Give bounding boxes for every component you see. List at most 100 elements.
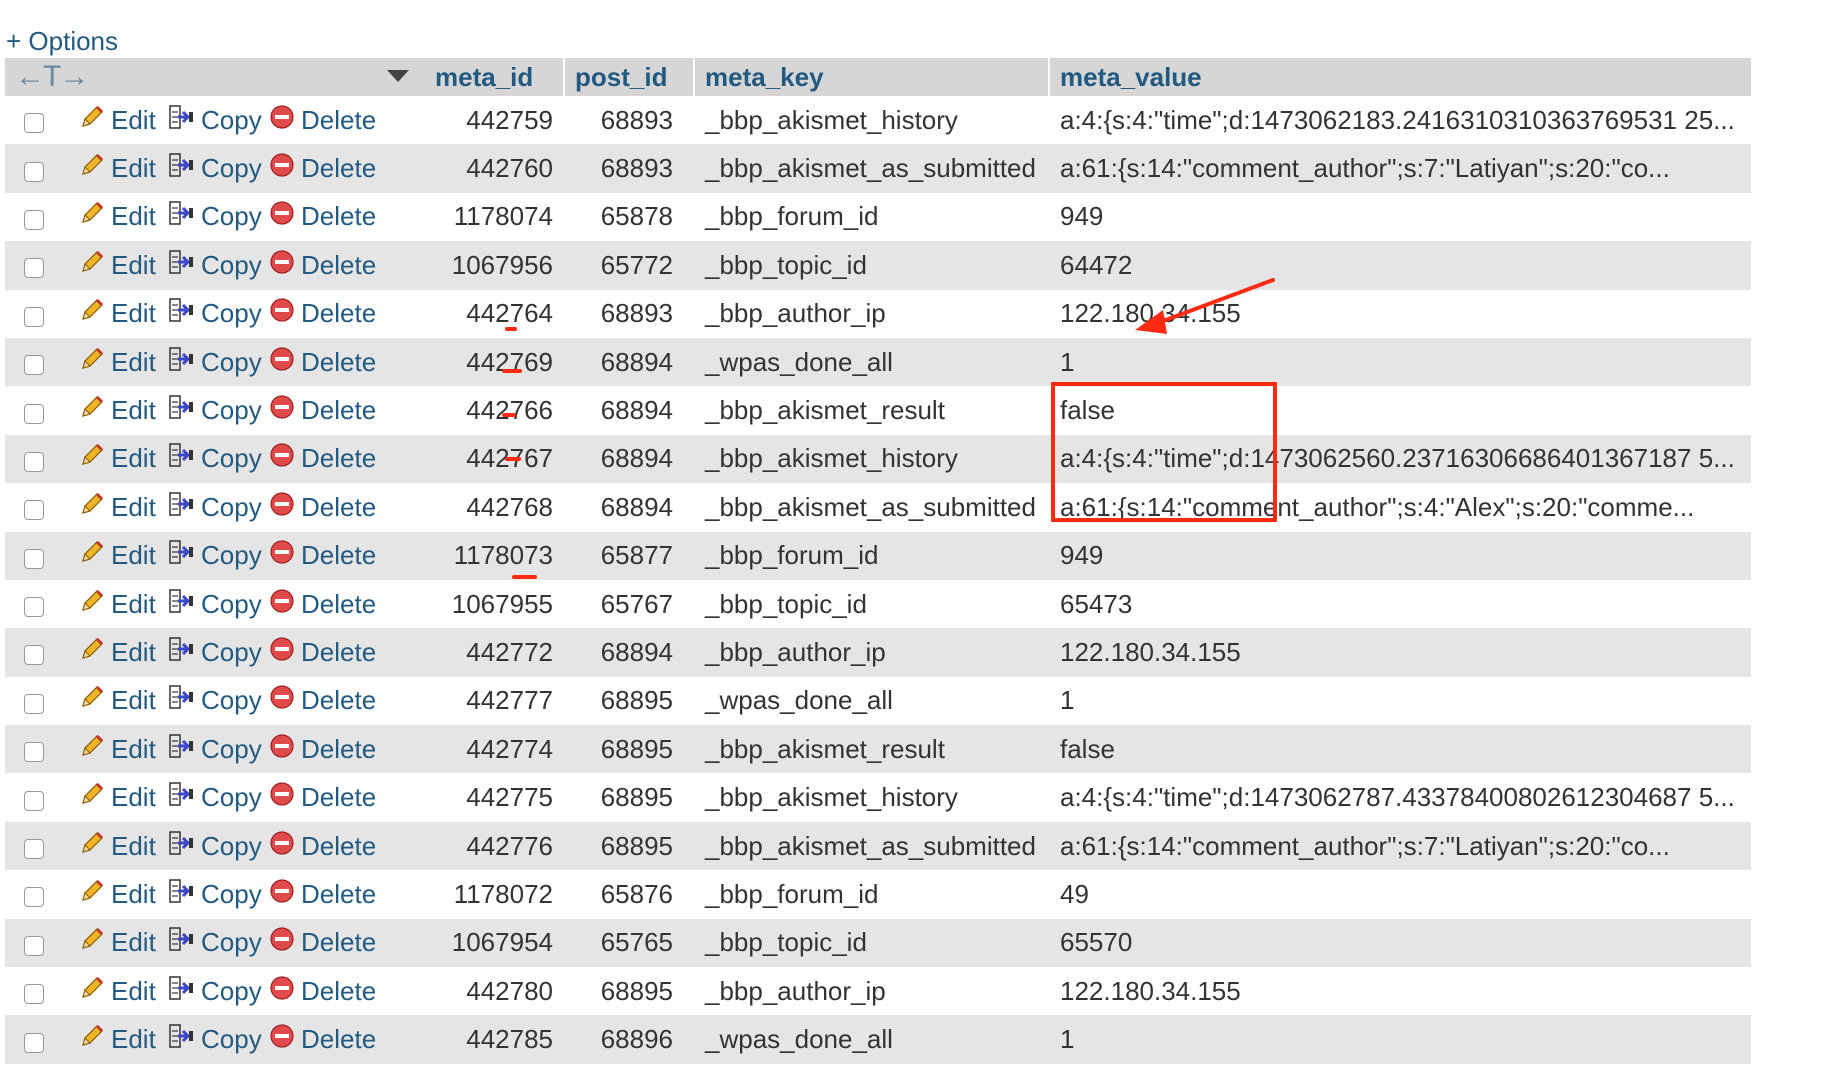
table-row[interactable]: Edit Copy Delete 442772 68894 _bbp_author_ip 1… (5, 628, 1751, 677)
table-row[interactable]: Edit Copy Delete 442760 68893 _bbp_akismet_as… (5, 144, 1751, 193)
cell-meta-id[interactable]: 442767 (425, 443, 565, 474)
cell-meta-key[interactable]: _bbp_forum_id (695, 879, 1050, 910)
cell-meta-id[interactable]: 442759 (425, 105, 565, 136)
copy-link[interactable]: Copy (167, 491, 269, 524)
edit-link[interactable]: Edit (79, 636, 167, 669)
column-header-meta-id[interactable]: meta_id (425, 58, 565, 96)
edit-link[interactable]: Edit (79, 297, 167, 330)
table-row[interactable]: Edit Copy Delete 442768 68894 _bbp_akismet_as… (5, 483, 1751, 532)
edit-link[interactable]: Edit (79, 830, 167, 863)
row-select-checkbox[interactable] (24, 645, 44, 666)
delete-link[interactable]: Delete (269, 830, 376, 863)
cell-meta-id[interactable]: 442776 (425, 831, 565, 862)
cell-meta-value[interactable]: 65473 (1050, 589, 1751, 620)
edit-link[interactable]: Edit (79, 1023, 167, 1056)
copy-link[interactable]: Copy (167, 1023, 269, 1056)
cell-meta-key[interactable]: _bbp_author_ip (695, 976, 1050, 1007)
cell-meta-id[interactable]: 442775 (425, 782, 565, 813)
cell-meta-key[interactable]: _wpas_done_all (695, 347, 1050, 378)
cell-post-id[interactable]: 65878 (565, 201, 695, 232)
cell-post-id[interactable]: 68893 (565, 298, 695, 329)
cell-meta-key[interactable]: _bbp_akismet_history (695, 443, 1050, 474)
cell-post-id[interactable]: 68893 (565, 153, 695, 184)
cell-meta-value[interactable]: a:4:{s:4:"time";d:1473062183.24163103103… (1050, 105, 1751, 136)
cell-meta-key[interactable]: _bbp_forum_id (695, 540, 1050, 571)
row-select-checkbox[interactable] (24, 403, 44, 424)
copy-link[interactable]: Copy (167, 249, 269, 282)
cell-meta-id[interactable]: 442774 (425, 734, 565, 765)
cell-meta-value[interactable]: a:4:{s:4:"time";d:1473062787.43378400802… (1050, 782, 1751, 813)
cell-meta-id[interactable]: 1067954 (425, 927, 565, 958)
copy-link[interactable]: Copy (167, 926, 269, 959)
cell-meta-id[interactable]: 442760 (425, 153, 565, 184)
cell-post-id[interactable]: 65877 (565, 540, 695, 571)
row-select-checkbox[interactable] (24, 355, 44, 376)
cell-meta-id[interactable]: 1178074 (425, 201, 565, 232)
cell-meta-value[interactable]: 949 (1050, 201, 1751, 232)
cell-meta-key[interactable]: _wpas_done_all (695, 1024, 1050, 1055)
cell-meta-key[interactable]: _bbp_akismet_history (695, 105, 1050, 136)
edit-link[interactable]: Edit (79, 104, 167, 137)
delete-link[interactable]: Delete (269, 588, 376, 621)
copy-link[interactable]: Copy (167, 636, 269, 669)
cell-meta-value[interactable]: 1 (1050, 1024, 1751, 1055)
copy-link[interactable]: Copy (167, 878, 269, 911)
row-select-checkbox[interactable] (24, 258, 44, 279)
edit-link[interactable]: Edit (79, 394, 167, 427)
row-select-checkbox[interactable] (24, 790, 44, 811)
cell-post-id[interactable]: 68895 (565, 782, 695, 813)
cell-meta-key[interactable]: _bbp_akismet_as_submitted (695, 492, 1050, 523)
cell-meta-key[interactable]: _bbp_akismet_as_submitted (695, 153, 1050, 184)
copy-link[interactable]: Copy (167, 297, 269, 330)
row-select-checkbox[interactable] (24, 209, 44, 230)
table-row[interactable]: Edit Copy Delete 442769 68894 _wpas_done_all 1 (5, 337, 1751, 387)
cell-meta-id[interactable]: 442768 (425, 492, 565, 523)
cell-meta-id[interactable]: 442780 (425, 976, 565, 1007)
column-header-meta-key[interactable]: meta_key (695, 58, 1050, 96)
row-select-checkbox[interactable] (24, 500, 44, 521)
table-row[interactable]: Edit Copy Delete 1178072 65876 _bbp_forum_id 4… (5, 870, 1751, 919)
delete-link[interactable]: Delete (269, 200, 376, 233)
delete-link[interactable]: Delete (269, 442, 376, 475)
table-row[interactable]: Edit Copy Delete 442777 68895 _wpas_done_all 1 (5, 676, 1751, 726)
copy-link[interactable]: Copy (167, 346, 269, 379)
delete-link[interactable]: Delete (269, 1023, 376, 1056)
cell-post-id[interactable]: 68894 (565, 637, 695, 668)
copy-link[interactable]: Copy (167, 539, 269, 572)
cell-meta-key[interactable]: _bbp_topic_id (695, 250, 1050, 281)
edit-link[interactable]: Edit (79, 249, 167, 282)
cell-post-id[interactable]: 68895 (565, 734, 695, 765)
cell-post-id[interactable]: 68894 (565, 395, 695, 426)
row-select-checkbox[interactable] (24, 451, 44, 472)
copy-link[interactable]: Copy (167, 442, 269, 475)
cell-meta-id[interactable]: 442777 (425, 685, 565, 716)
delete-link[interactable]: Delete (269, 975, 376, 1008)
cell-meta-value[interactable]: 65570 (1050, 927, 1751, 958)
delete-link[interactable]: Delete (269, 781, 376, 814)
cell-meta-id[interactable]: 1067956 (425, 250, 565, 281)
table-row[interactable]: Edit Copy Delete 442776 68895 _bbp_akismet_as… (5, 821, 1751, 871)
cell-post-id[interactable]: 65772 (565, 250, 695, 281)
options-toggle-link[interactable]: + Options (6, 26, 118, 57)
row-select-checkbox[interactable] (24, 306, 44, 327)
row-select-checkbox[interactable] (24, 839, 44, 860)
table-row[interactable]: Edit Copy Delete 442759 68893 _bbp_akismet_hi… (5, 96, 1751, 145)
delete-link[interactable]: Delete (269, 394, 376, 427)
delete-link[interactable]: Delete (269, 926, 376, 959)
copy-link[interactable]: Copy (167, 394, 269, 427)
copy-link[interactable]: Copy (167, 684, 269, 717)
edit-link[interactable]: Edit (79, 442, 167, 475)
edit-link[interactable]: Edit (79, 588, 167, 621)
copy-link[interactable]: Copy (167, 830, 269, 863)
copy-link[interactable]: Copy (167, 200, 269, 233)
cell-meta-key[interactable]: _bbp_author_ip (695, 637, 1050, 668)
delete-link[interactable]: Delete (269, 539, 376, 572)
copy-link[interactable]: Copy (167, 104, 269, 137)
row-select-checkbox[interactable] (24, 1032, 44, 1053)
cell-post-id[interactable]: 68894 (565, 347, 695, 378)
cell-meta-key[interactable]: _bbp_topic_id (695, 927, 1050, 958)
row-select-checkbox[interactable] (24, 693, 44, 714)
row-select-checkbox[interactable] (24, 113, 44, 134)
table-row[interactable]: Edit Copy Delete 442775 68895 _bbp_akismet_hi… (5, 773, 1751, 822)
cell-meta-value[interactable]: 1 (1050, 347, 1751, 378)
